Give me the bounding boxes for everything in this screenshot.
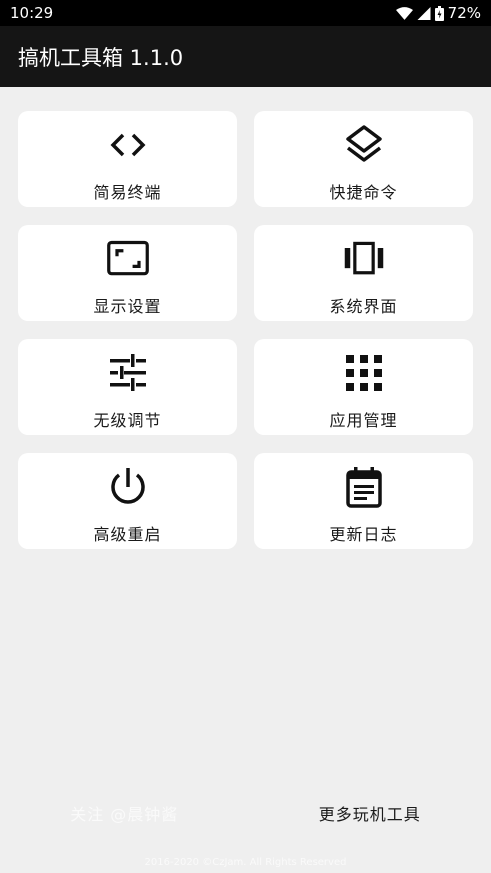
card-label: 快捷命令 bbox=[329, 183, 398, 202]
copyright-text: 2016-2020 ©CzJam. All Rights Reserved bbox=[144, 857, 347, 868]
app-bar: 搞机工具箱 1.1.0 bbox=[0, 26, 491, 87]
card-quick-commands[interactable]: 快捷命令 bbox=[254, 111, 473, 207]
card-changelog[interactable]: 更新日志 bbox=[254, 453, 473, 549]
power-icon bbox=[106, 465, 150, 509]
more-tools-link[interactable]: 更多玩机工具 bbox=[319, 801, 421, 825]
card-label: 高级重启 bbox=[93, 525, 162, 544]
status-time: 10:29 bbox=[10, 4, 54, 22]
card-label: 更新日志 bbox=[329, 525, 398, 544]
app-title: 搞机工具箱 1.1.0 bbox=[18, 45, 184, 70]
aspect-ratio-icon bbox=[106, 237, 150, 281]
card-app-manager[interactable]: 应用管理 bbox=[254, 339, 473, 435]
card-label: 系统界面 bbox=[329, 297, 398, 316]
status-bar: 10:29 72% bbox=[0, 0, 491, 26]
code-icon bbox=[106, 123, 150, 167]
card-label: 显示设置 bbox=[93, 297, 162, 316]
battery-icon bbox=[434, 5, 444, 21]
card-advanced-reboot[interactable]: 高级重启 bbox=[18, 453, 237, 549]
tune-icon bbox=[106, 351, 150, 395]
signal-icon bbox=[417, 6, 431, 20]
card-stepless-adjust[interactable]: 无级调节 bbox=[18, 339, 237, 435]
apps-icon bbox=[342, 351, 386, 395]
card-label: 简易终端 bbox=[93, 183, 162, 202]
follow-link[interactable]: 关注 @晨钟酱 bbox=[70, 801, 178, 825]
card-terminal[interactable]: 简易终端 bbox=[18, 111, 237, 207]
card-system-ui[interactable]: 系统界面 bbox=[254, 225, 473, 321]
battery-percent: 72% bbox=[447, 4, 481, 22]
status-icons: 72% bbox=[395, 4, 481, 22]
event-note-icon bbox=[342, 465, 386, 509]
feature-grid: 简易终端 快捷命令 显示设置 系统界面 无级调节 应用管理 高级重启 更新日志 bbox=[18, 111, 473, 549]
card-label: 无级调节 bbox=[93, 411, 162, 430]
footer-links: 关注 @晨钟酱 更多玩机工具 bbox=[0, 800, 491, 826]
card-display-settings[interactable]: 显示设置 bbox=[18, 225, 237, 321]
card-label: 应用管理 bbox=[329, 411, 398, 430]
wifi-icon bbox=[395, 6, 413, 20]
view-carousel-icon bbox=[342, 237, 386, 281]
layers-icon bbox=[342, 123, 386, 167]
